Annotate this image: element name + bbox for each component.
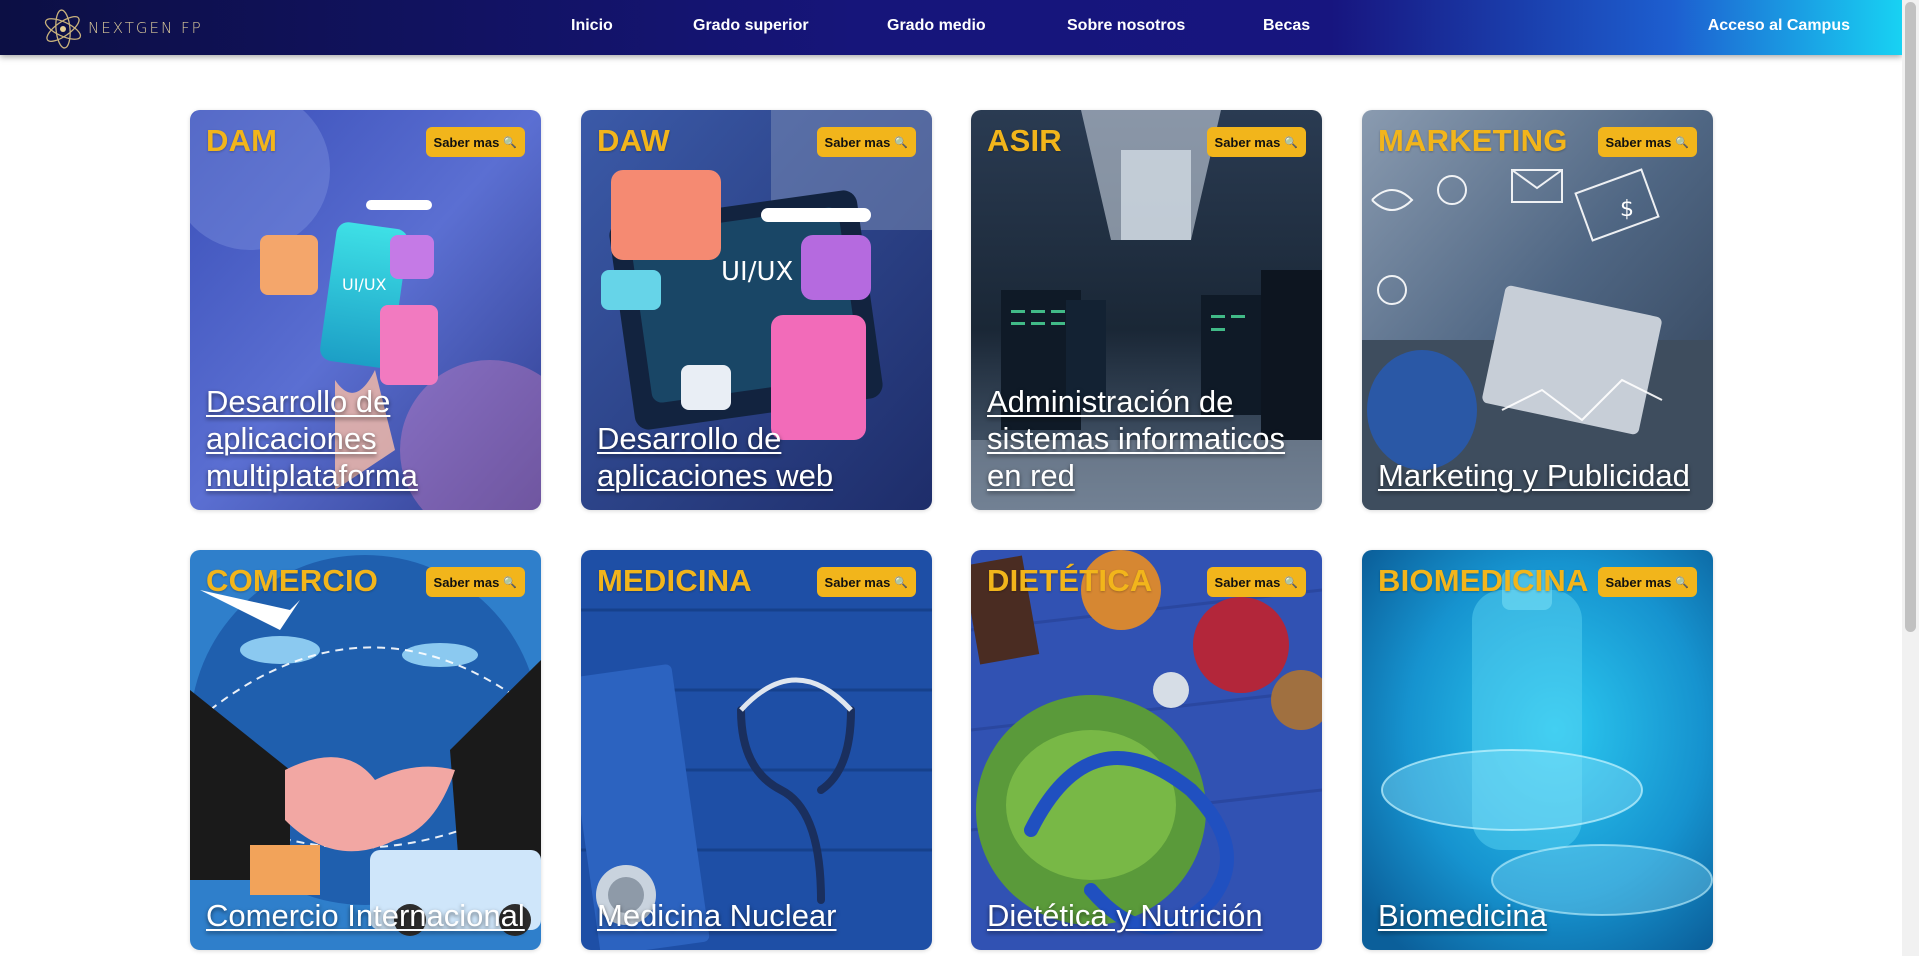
nav-inicio[interactable]: Inicio [571,17,613,35]
saber-mas-button[interactable]: Saber mas 🔍 [425,127,525,157]
course-title-link[interactable]: Desarrollo de aplicaciones multiplatafor… [206,383,527,494]
saber-mas-label: Saber mas [1605,134,1672,150]
course-code: DIETÉTICA [987,563,1153,598]
card-image-biomedicina [1362,550,1713,950]
saber-mas-button[interactable]: Saber mas 🔍 [425,567,525,597]
course-title-link[interactable]: Marketing y Publicidad [1378,457,1699,494]
card-image-comercio [190,550,541,950]
search-icon: 🔍 [503,576,517,589]
course-card-dam[interactable]: UI/UX DAM Saber mas 🔍 Desarrollo de apli… [190,110,541,510]
course-code: MEDICINA [597,563,752,598]
course-card-asir[interactable]: ASIR Saber mas 🔍 Administración de siste… [971,110,1322,510]
course-card-daw[interactable]: UI/UX DAW Saber mas 🔍 Desarrollo de apli… [581,110,932,510]
search-icon: 🔍 [894,136,908,149]
course-code: DAM [206,123,278,158]
saber-mas-label: Saber mas [433,574,500,590]
saber-mas-label: Saber mas [1214,134,1281,150]
course-title-link[interactable]: Biomedicina [1378,897,1699,934]
search-icon: 🔍 [503,136,517,149]
course-code: ASIR [987,123,1062,158]
search-icon: 🔍 [894,576,908,589]
saber-mas-label: Saber mas [824,574,891,590]
saber-mas-button[interactable]: Saber mas 🔍 [1206,127,1306,157]
saber-mas-label: Saber mas [1214,574,1281,590]
svg-text:UI/UX: UI/UX [342,275,387,294]
saber-mas-button[interactable]: Saber mas 🔍 [1597,127,1697,157]
search-icon: 🔍 [1284,136,1298,149]
card-image-dietetica [971,550,1322,950]
search-icon: 🔍 [1284,576,1298,589]
site-header: NEXTGEN FP Inicio Grado superior Grado m… [0,0,1902,55]
saber-mas-label: Saber mas [433,134,500,150]
svg-text:$: $ [1620,197,1634,222]
nav-grado-superior[interactable]: Grado superior [693,17,809,35]
saber-mas-label: Saber mas [1605,574,1672,590]
course-title-link[interactable]: Medicina Nuclear [597,897,918,934]
course-card-comercio[interactable]: COMERCIO Saber mas 🔍 Comercio Internacio… [190,550,541,950]
card-image-marketing: $ [1362,110,1713,510]
scrollbar-thumb[interactable] [1905,2,1916,632]
course-code: DAW [597,123,670,158]
nav-becas[interactable]: Becas [1263,17,1310,35]
course-title-link[interactable]: Comercio Internacional [206,897,527,934]
saber-mas-button[interactable]: Saber mas 🔍 [816,127,916,157]
page-scrollbar[interactable] [1902,0,1919,956]
course-code: COMERCIO [206,563,379,598]
main-nav: Inicio Grado superior Grado medio Sobre … [0,0,1902,55]
course-card-marketing[interactable]: $ MARKETING Saber mas 🔍 Marketing y Publ… [1362,110,1713,510]
saber-mas-button[interactable]: Saber mas 🔍 [1206,567,1306,597]
campus-login-link[interactable]: Acceso al Campus [1708,17,1850,35]
course-title-link[interactable]: Dietética y Nutrición [987,897,1308,934]
nav-sobre-nosotros[interactable]: Sobre nosotros [1067,17,1185,35]
card-image-medicina [581,550,932,950]
course-card-dietetica[interactable]: DIETÉTICA Saber mas 🔍 Dietética y Nutric… [971,550,1322,950]
svg-text:UI/UX: UI/UX [721,257,793,287]
course-title-link[interactable]: Administración de sistemas informaticos … [987,383,1308,494]
nav-grado-medio[interactable]: Grado medio [887,17,986,35]
course-card-medicina[interactable]: MEDICINA Saber mas 🔍 Medicina Nuclear [581,550,932,950]
saber-mas-button[interactable]: Saber mas 🔍 [816,567,916,597]
saber-mas-label: Saber mas [824,134,891,150]
course-code: MARKETING [1378,123,1568,158]
course-card-biomedicina[interactable]: BIOMEDICINA Saber mas 🔍 Biomedicina [1362,550,1713,950]
search-icon: 🔍 [1675,136,1689,149]
course-code: BIOMEDICINA [1378,563,1589,598]
search-icon: 🔍 [1675,576,1689,589]
saber-mas-button[interactable]: Saber mas 🔍 [1597,567,1697,597]
course-title-link[interactable]: Desarrollo de aplicaciones web [597,420,918,494]
